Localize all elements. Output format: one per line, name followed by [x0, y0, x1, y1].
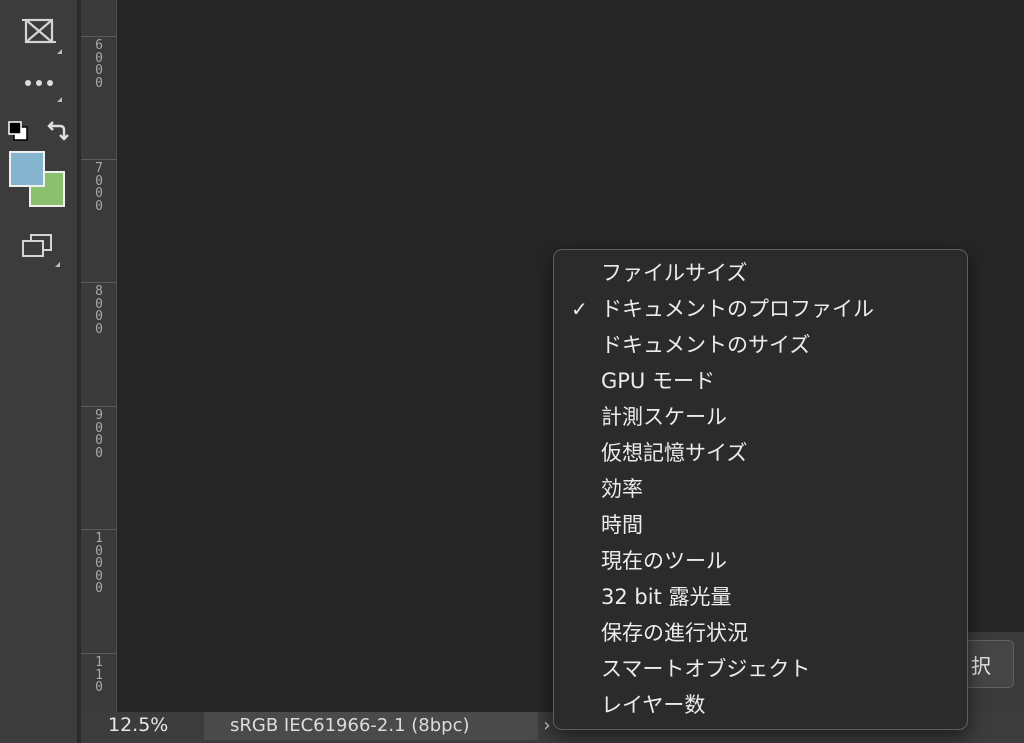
status-menu-arrow-icon[interactable]: › — [540, 712, 554, 740]
swap-colors-button[interactable] — [44, 118, 70, 144]
foreground-color-swatch[interactable] — [9, 151, 45, 187]
menu-item-label: 計測スケール — [601, 405, 727, 429]
menu-item-gpu-mode[interactable]: GPU モード — [554, 363, 967, 399]
frame-tool-button[interactable] — [20, 14, 62, 54]
ruler-label: 8 0 0 0 — [95, 284, 103, 337]
menu-item-label: 保存の進行状況 — [601, 621, 748, 645]
menu-item-document-profile[interactable]: ✓ ドキュメントのプロファイル — [554, 291, 967, 327]
menu-item-label: スマートオブジェクト — [601, 657, 811, 681]
menu-item-smart-objects[interactable]: スマートオブジェクト — [554, 651, 967, 687]
menu-item-layer-count[interactable]: レイヤー数 — [554, 687, 967, 723]
menu-item-label: ドキュメントのプロファイル — [601, 297, 874, 321]
menu-item-label: 32 bit 露光量 — [601, 585, 732, 609]
menu-item-current-tool[interactable]: 現在のツール — [554, 543, 967, 579]
zoom-level[interactable]: 12.5% — [108, 714, 168, 736]
menu-item-label: 効率 — [601, 477, 643, 501]
swap-arrow-icon — [47, 121, 69, 141]
menu-item-document-size[interactable]: ドキュメントのサイズ — [554, 327, 967, 363]
ruler-label: 9 0 0 0 — [95, 408, 103, 461]
menu-item-save-progress[interactable]: 保存の進行状況 — [554, 615, 967, 651]
submenu-corner-icon — [57, 49, 62, 54]
menu-item-32bit-exposure[interactable]: 32 bit 露光量 — [554, 579, 967, 615]
menu-item-label: ドキュメントのサイズ — [601, 333, 811, 357]
more-tools-button[interactable] — [20, 70, 62, 102]
ruler-label: 6 0 0 0 — [95, 38, 103, 91]
menu-item-file-size[interactable]: ファイルサイズ — [554, 255, 967, 291]
toolbar — [0, 0, 77, 743]
default-colors-button[interactable] — [5, 119, 31, 143]
ruler-label: 1 1 0 — [95, 655, 103, 695]
status-info-menu: ファイルサイズ ✓ ドキュメントのプロファイル ドキュメントのサイズ GPU モ… — [553, 249, 968, 730]
frame-icon — [22, 18, 56, 44]
menu-item-label: レイヤー数 — [601, 693, 706, 717]
menu-item-label: 現在のツール — [601, 549, 727, 573]
default-colors-icon — [8, 121, 28, 141]
menu-item-efficiency[interactable]: 効率 — [554, 471, 967, 507]
screen-mode-icon — [22, 234, 52, 257]
submenu-corner-icon — [55, 262, 60, 267]
menu-item-label: GPU モード — [601, 369, 715, 393]
ruler-label: 7 0 0 0 — [95, 161, 103, 214]
menu-item-label: 時間 — [601, 513, 643, 537]
vertical-ruler[interactable]: 6 0 0 0 7 0 0 0 8 0 0 0 9 0 0 0 1 0 0 0 … — [81, 0, 117, 712]
menu-item-measurement-scale[interactable]: 計測スケール — [554, 399, 967, 435]
ruler-label: 1 0 0 0 0 — [95, 531, 103, 596]
ellipsis-icon — [25, 80, 53, 86]
menu-item-label: 仮想記憶サイズ — [601, 441, 748, 465]
screen-mode-button[interactable] — [18, 229, 60, 267]
menu-item-label: ファイルサイズ — [601, 261, 748, 285]
document-profile-text: sRGB IEC61966-2.1 (8bpc) — [230, 715, 470, 736]
menu-item-scratch-sizes[interactable]: 仮想記憶サイズ — [554, 435, 967, 471]
menu-item-timing[interactable]: 時間 — [554, 507, 967, 543]
checkmark-icon: ✓ — [571, 297, 588, 321]
submenu-corner-icon — [57, 97, 62, 102]
